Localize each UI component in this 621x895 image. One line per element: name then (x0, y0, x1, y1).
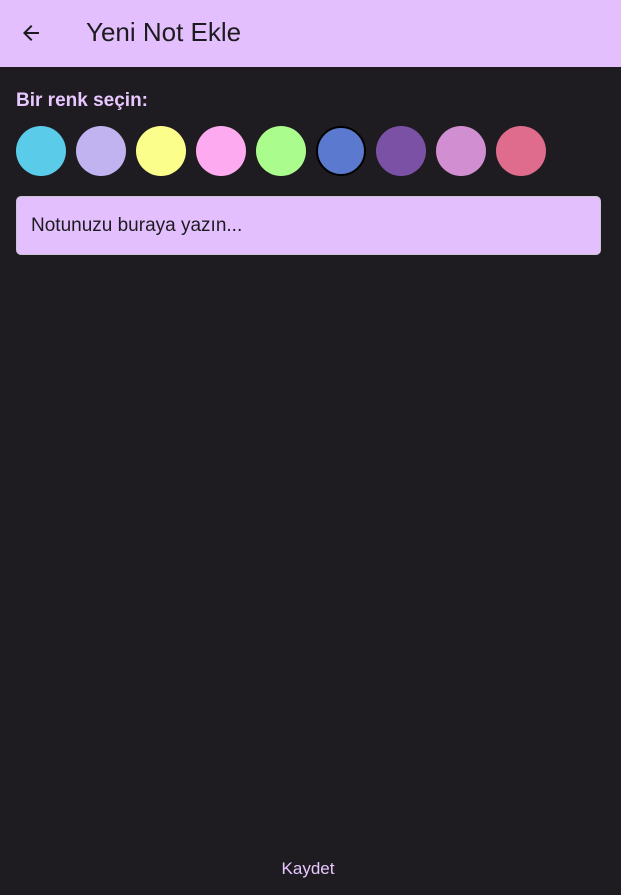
arrow-left-icon (23, 25, 39, 41)
back-button[interactable] (8, 10, 54, 56)
color-swatch[interactable] (256, 126, 306, 176)
note-field[interactable] (16, 196, 601, 255)
color-swatch[interactable] (16, 126, 66, 176)
color-swatch[interactable] (316, 126, 366, 176)
color-picker-label: Bir renk seçin: (16, 90, 148, 111)
page-title: Yeni Not Ekle (86, 17, 242, 47)
note-input[interactable] (17, 197, 600, 254)
color-swatch[interactable] (376, 126, 426, 176)
save-button[interactable]: Kaydet (260, 850, 356, 888)
color-swatch[interactable] (436, 126, 486, 176)
color-swatch[interactable] (496, 126, 546, 176)
app-bar: Yeni Not Ekle (0, 0, 621, 67)
new-note-screen: Yeni Not Ekle Bir renk seçin: Kaydet (0, 0, 621, 895)
color-swatch[interactable] (136, 126, 186, 176)
color-swatch[interactable] (196, 126, 246, 176)
color-picker (16, 126, 556, 176)
color-swatch[interactable] (76, 126, 126, 176)
